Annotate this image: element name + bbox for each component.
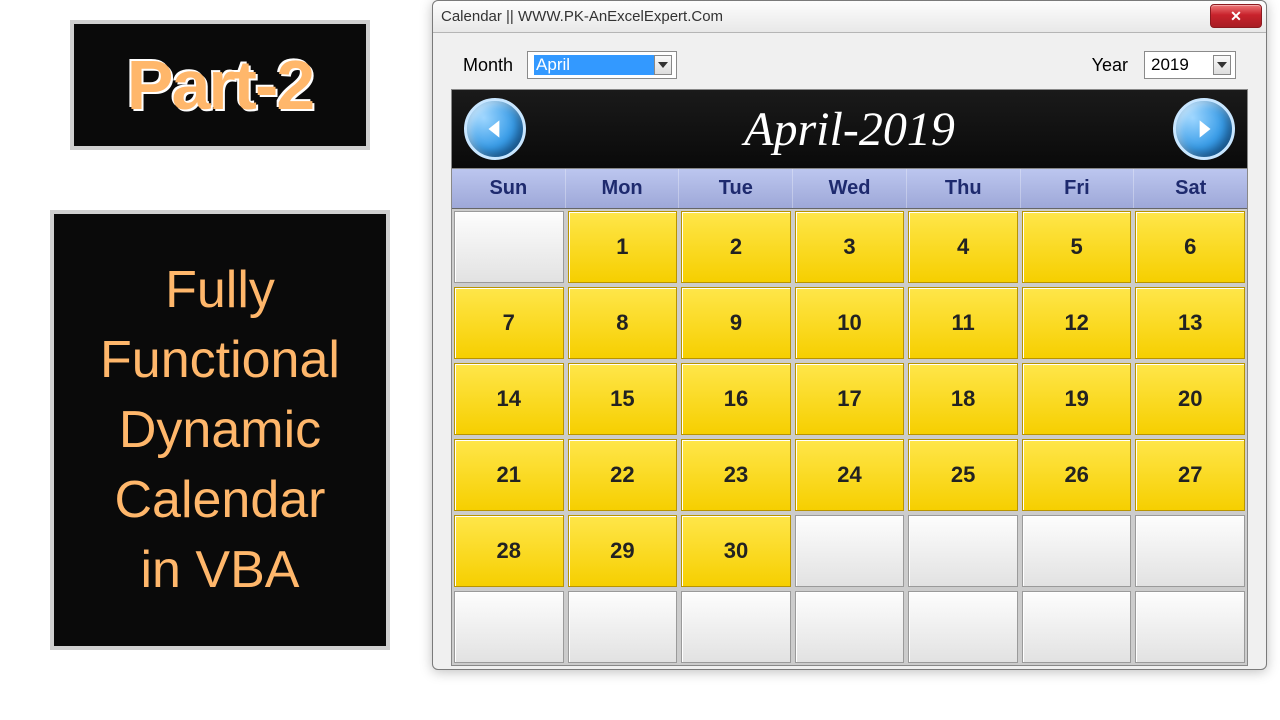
day-cell[interactable]: 1	[568, 211, 678, 283]
day-cell[interactable]: 21	[454, 439, 564, 511]
year-combobox[interactable]: 2019	[1144, 51, 1236, 79]
day-cell[interactable]: 16	[681, 363, 791, 435]
prev-month-button[interactable]	[464, 98, 526, 160]
day-cell[interactable]: 11	[908, 287, 1018, 359]
day-cell[interactable]: 29	[568, 515, 678, 587]
day-cell[interactable]: 6	[1135, 211, 1245, 283]
day-cell[interactable]: 23	[681, 439, 791, 511]
day-cell[interactable]: 13	[1135, 287, 1245, 359]
day-cell[interactable]: 5	[1022, 211, 1132, 283]
description-card: Fully Functional Dynamic Calendar in VBA	[50, 210, 390, 650]
empty-cell	[908, 591, 1018, 663]
year-label: Year	[1092, 55, 1128, 76]
day-cell[interactable]: 8	[568, 287, 678, 359]
day-cell[interactable]: 7	[454, 287, 564, 359]
day-cell[interactable]: 25	[908, 439, 1018, 511]
empty-cell	[681, 591, 791, 663]
day-cell[interactable]: 22	[568, 439, 678, 511]
empty-cell	[1022, 515, 1132, 587]
chevron-down-icon	[654, 55, 672, 75]
day-cell[interactable]: 14	[454, 363, 564, 435]
weekday-header: Wed	[793, 169, 907, 208]
day-cell[interactable]: 19	[1022, 363, 1132, 435]
calendar-week: 123456	[452, 209, 1247, 285]
empty-cell	[568, 591, 678, 663]
calendar-week: 78910111213	[452, 285, 1247, 361]
weekday-header: Sun	[452, 169, 566, 208]
weekday-header: Thu	[907, 169, 1021, 208]
day-cell[interactable]: 30	[681, 515, 791, 587]
close-button[interactable]: ✕	[1210, 4, 1262, 28]
window-titlebar[interactable]: Calendar || WWW.PK-AnExcelExpert.Com ✕	[433, 1, 1266, 33]
day-cell[interactable]: 15	[568, 363, 678, 435]
close-icon: ✕	[1230, 8, 1242, 25]
weekday-header: Tue	[679, 169, 793, 208]
empty-cell	[1135, 515, 1245, 587]
calendar-week	[452, 589, 1247, 665]
weekday-header: Sat	[1134, 169, 1247, 208]
window-title: Calendar || WWW.PK-AnExcelExpert.Com	[441, 8, 723, 25]
calendar-panel: April-2019 SunMonTueWedThuFriSat 1234567…	[451, 89, 1248, 666]
weekday-row: SunMonTueWedThuFriSat	[452, 168, 1247, 209]
month-combobox[interactable]: April	[527, 51, 677, 79]
day-cell[interactable]: 12	[1022, 287, 1132, 359]
empty-cell	[795, 515, 905, 587]
day-cell[interactable]: 18	[908, 363, 1018, 435]
month-year-title: April-2019	[526, 102, 1173, 157]
weekday-header: Mon	[566, 169, 680, 208]
next-month-button[interactable]	[1173, 98, 1235, 160]
empty-cell	[454, 211, 564, 283]
description-text: Fully Functional Dynamic Calendar in VBA	[100, 255, 340, 606]
empty-cell	[795, 591, 905, 663]
day-cell[interactable]: 20	[1135, 363, 1245, 435]
calendar-week: 282930	[452, 513, 1247, 589]
day-cell[interactable]: 4	[908, 211, 1018, 283]
day-cell[interactable]: 24	[795, 439, 905, 511]
empty-cell	[1022, 591, 1132, 663]
controls-row: Month April Year 2019	[433, 33, 1266, 89]
year-value: 2019	[1151, 55, 1213, 75]
weekday-header: Fri	[1021, 169, 1135, 208]
empty-cell	[454, 591, 564, 663]
empty-cell	[1135, 591, 1245, 663]
calendar-week: 14151617181920	[452, 361, 1247, 437]
calendar-grid: 1234567891011121314151617181920212223242…	[452, 209, 1247, 665]
calendar-header: April-2019	[452, 90, 1247, 168]
month-value: April	[534, 55, 654, 75]
month-label: Month	[463, 55, 513, 76]
title-card-text: Part-2	[127, 45, 313, 125]
chevron-right-icon	[1191, 114, 1217, 144]
title-card: Part-2	[70, 20, 370, 150]
chevron-left-icon	[482, 114, 508, 144]
day-cell[interactable]: 17	[795, 363, 905, 435]
day-cell[interactable]: 26	[1022, 439, 1132, 511]
day-cell[interactable]: 28	[454, 515, 564, 587]
day-cell[interactable]: 9	[681, 287, 791, 359]
empty-cell	[908, 515, 1018, 587]
day-cell[interactable]: 3	[795, 211, 905, 283]
day-cell[interactable]: 2	[681, 211, 791, 283]
calendar-week: 21222324252627	[452, 437, 1247, 513]
chevron-down-icon	[1213, 55, 1231, 75]
calendar-window: Calendar || WWW.PK-AnExcelExpert.Com ✕ M…	[432, 0, 1267, 670]
day-cell[interactable]: 10	[795, 287, 905, 359]
day-cell[interactable]: 27	[1135, 439, 1245, 511]
